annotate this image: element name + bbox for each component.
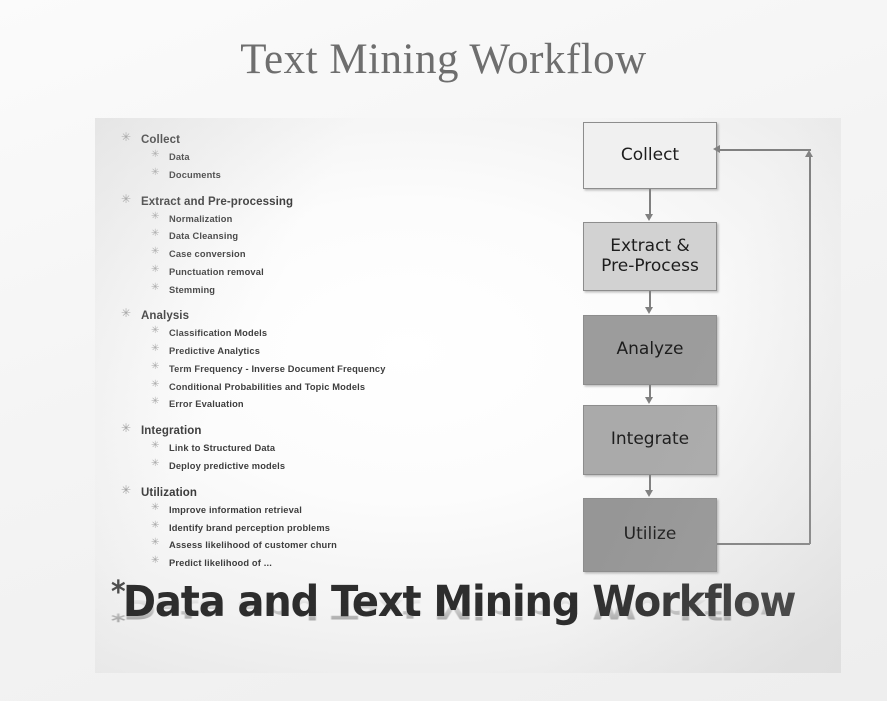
flow-node-label: Extract & Pre-Process	[601, 235, 699, 276]
flow-edge-utilize-feedback-right	[809, 156, 811, 544]
flow-node-label: Analyze	[616, 339, 684, 360]
flow-edge-extract-analyze	[649, 291, 651, 308]
arrow-left-icon	[713, 145, 720, 153]
workflow-caption-block: *Data and Text Mining Workflow *Data and…	[111, 577, 825, 669]
flow-edge-collect-extract	[649, 189, 651, 215]
workflow-caption-text: Data and Text Mining Workflow	[122, 577, 797, 627]
flow-edge-utilize-feedback-bottom	[717, 543, 810, 545]
flow-edge-feedback-to-collect	[719, 149, 811, 151]
arrow-down-icon	[645, 307, 653, 314]
flow-node-extract-preprocess: Extract & Pre-Process	[583, 222, 717, 291]
page-title: Text Mining Workflow	[240, 36, 647, 83]
workflow-image-panel: ✳ Collect ✳ Data ✳ Documents ✳ Extract a…	[95, 118, 841, 673]
caption-bullet-icon: *	[111, 575, 126, 610]
flow-node-analyze: Analyze	[583, 315, 717, 385]
flow-node-utilize: Utilize	[583, 498, 717, 572]
flow-node-label: Integrate	[610, 429, 690, 450]
arrow-down-icon	[645, 214, 653, 221]
flow-node-label: Collect	[620, 144, 680, 165]
workflow-caption: *Data and Text Mining Workflow	[111, 575, 796, 625]
arrow-down-icon	[645, 397, 653, 404]
arrow-up-icon	[805, 150, 813, 157]
flow-node-label-line2: Pre-Process	[601, 255, 699, 276]
flow-node-label-line1: Extract &	[610, 235, 690, 256]
flow-node-collect: Collect	[583, 122, 717, 189]
flow-edge-integrate-utilize	[649, 475, 651, 491]
flow-node-integrate: Integrate	[583, 405, 717, 475]
flow-node-label: Utilize	[623, 524, 677, 545]
arrow-down-icon	[645, 490, 653, 497]
